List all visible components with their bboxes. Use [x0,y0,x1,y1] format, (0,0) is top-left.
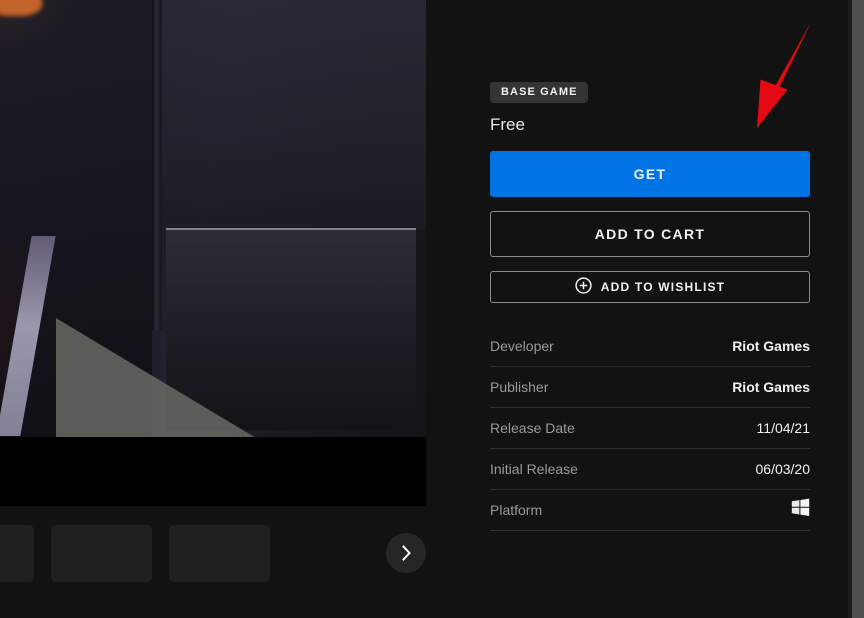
chevron-right-icon [401,545,412,561]
gallery-thumbnail[interactable] [51,525,152,582]
add-to-cart-button[interactable]: ADD TO CART [490,211,810,257]
gallery-next-button[interactable] [386,533,426,573]
get-button[interactable]: GET [490,151,810,197]
metadata-row-initial-release: Initial Release 06/03/20 [490,449,810,490]
metadata-label: Platform [490,502,543,518]
hero-letterbox [0,437,426,506]
windows-icon [791,498,810,522]
store-product-page: BASE GAME Free GET ADD TO CART ADD TO WI… [0,0,864,618]
metadata-label: Initial Release [490,461,578,477]
hero-detail-wall [162,0,426,230]
metadata-row-release-date: Release Date 11/04/21 [490,408,810,449]
gallery-thumbnail[interactable] [169,525,270,582]
metadata-row-publisher: Publisher Riot Games [490,367,810,408]
gallery-thumbnail[interactable] [0,525,34,582]
add-to-wishlist-button[interactable]: ADD TO WISHLIST [490,271,810,303]
thumbnail-strip[interactable] [0,506,440,618]
metadata-table: Developer Riot Games Publisher Riot Game… [490,326,810,531]
hero-detail-pillar [152,0,162,330]
metadata-value: 11/04/21 [756,420,810,436]
add-to-cart-label: ADD TO CART [594,226,706,242]
get-button-label: GET [633,166,667,182]
metadata-label: Developer [490,338,554,354]
hero-screenshot[interactable] [0,0,426,438]
metadata-value: Riot Games [732,379,810,395]
base-game-badge: BASE GAME [490,82,588,103]
metadata-value: Riot Games [732,338,810,354]
metadata-label: Publisher [490,379,549,395]
media-gallery[interactable] [0,0,426,506]
page-scrollbar[interactable] [848,0,864,618]
add-to-wishlist-label: ADD TO WISHLIST [600,280,726,294]
metadata-row-developer: Developer Riot Games [490,326,810,367]
metadata-value: 06/03/20 [755,461,811,477]
metadata-row-platform: Platform [490,490,810,531]
purchase-panel: BASE GAME Free GET ADD TO CART ADD TO WI… [426,0,848,618]
page-scrollbar-thumb[interactable] [852,0,864,618]
price-label: Free [490,115,525,134]
metadata-label: Release Date [490,420,575,436]
plus-circle-icon [575,277,592,297]
hero-detail-ramp [56,318,256,438]
